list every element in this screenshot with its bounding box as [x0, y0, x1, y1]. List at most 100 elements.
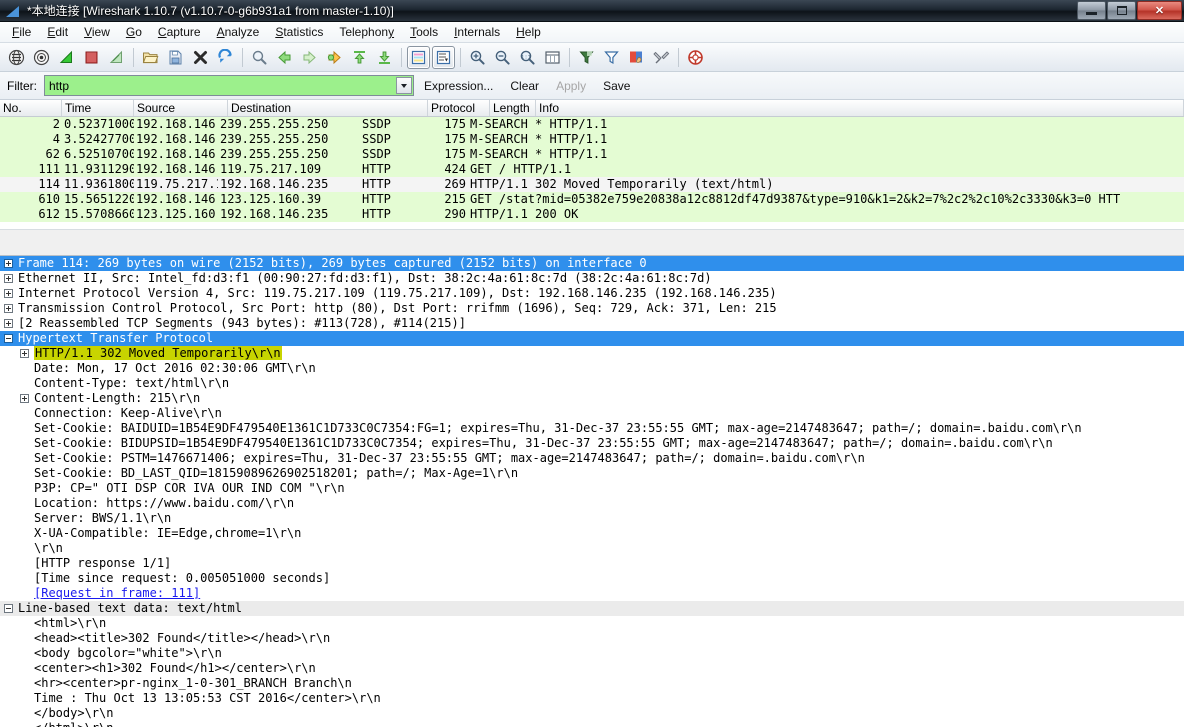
menu-capture[interactable]: Capture: [150, 23, 209, 41]
filter-apply-button[interactable]: Apply: [549, 77, 593, 95]
detail-tree-row[interactable]: Time : Thu Oct 13 13:05:53 CST 2016</cen…: [0, 691, 1184, 706]
pane-divider[interactable]: [0, 230, 1184, 255]
autoscroll-icon[interactable]: [432, 45, 455, 69]
detail-tree-row[interactable]: Content-Length: 215\r\n: [0, 391, 1184, 406]
packet-row[interactable]: 111 11.9311290192.168.146.235119.75.217.1…: [0, 162, 1184, 177]
resize-columns-icon[interactable]: [541, 46, 564, 69]
column-header-source[interactable]: Source: [134, 100, 228, 116]
column-header-protocol[interactable]: Protocol: [428, 100, 490, 116]
detail-tree-row[interactable]: Set-Cookie: BD_LAST_QID=1815908962690251…: [0, 466, 1184, 481]
save-file-icon[interactable]: [164, 46, 187, 69]
column-header-time[interactable]: Time: [62, 100, 134, 116]
detail-tree-row[interactable]: Frame 114: 269 bytes on wire (2152 bits)…: [0, 256, 1184, 271]
detail-tree-row[interactable]: Location: https://www.baidu.com/\r\n: [0, 496, 1184, 511]
packet-list-rows[interactable]: 20.52371000192.168.146.235239.255.255.25…: [0, 117, 1184, 222]
packet-list-pane[interactable]: No. Time Source Destination Protocol Length In…: [0, 100, 1184, 230]
capture-filters-icon[interactable]: [575, 46, 598, 69]
detail-tree-row[interactable]: Internet Protocol Version 4, Src: 119.75…: [0, 286, 1184, 301]
detail-tree-row[interactable]: Ethernet II, Src: Intel_fd:d3:f1 (00:90:…: [0, 271, 1184, 286]
detail-tree-row[interactable]: Set-Cookie: BAIDUID=1B54E9DF479540E1361C…: [0, 421, 1184, 436]
detail-tree-row[interactable]: Transmission Control Protocol, Src Port:…: [0, 301, 1184, 316]
detail-tree-row[interactable]: [2 Reassembled TCP Segments (943 bytes):…: [0, 316, 1184, 331]
filter-clear-button[interactable]: Clear: [503, 77, 546, 95]
go-forward-icon[interactable]: [298, 46, 321, 69]
detail-tree-row[interactable]: Set-Cookie: PSTM=1476671406; expires=Thu…: [0, 451, 1184, 466]
go-back-icon[interactable]: [273, 46, 296, 69]
detail-tree-row[interactable]: <html>\r\n: [0, 616, 1184, 631]
filter-input[interactable]: [45, 76, 413, 95]
expand-icon[interactable]: [4, 259, 13, 268]
detail-tree-row[interactable]: Hypertext Transfer Protocol: [0, 331, 1184, 346]
detail-tree-row[interactable]: <head><title>302 Found</title></head>\r\…: [0, 631, 1184, 646]
filter-save-button[interactable]: Save: [596, 77, 637, 95]
zoom-reset-icon[interactable]: 1:1: [516, 46, 539, 69]
stop-capture-icon[interactable]: [80, 46, 103, 69]
zoom-out-icon[interactable]: [491, 46, 514, 69]
packet-details-pane[interactable]: Frame 114: 269 bytes on wire (2152 bits)…: [0, 255, 1184, 727]
menu-internals[interactable]: Internals: [446, 23, 508, 41]
preferences-icon[interactable]: [650, 46, 673, 69]
detail-tree-row[interactable]: </html>\r\n: [0, 721, 1184, 727]
collapse-icon[interactable]: [4, 604, 13, 613]
detail-tree-row[interactable]: <body bgcolor="white">\r\n: [0, 646, 1184, 661]
packet-row[interactable]: 62 6.52510700192.168.146.235239.255.255.2…: [0, 147, 1184, 162]
detail-tree-row[interactable]: <center><h1>302 Found</h1></center>\r\n: [0, 661, 1184, 676]
go-to-packet-icon[interactable]: [323, 46, 346, 69]
packet-row[interactable]: 2 0.52371000192.168.146.235239.255.255.25…: [0, 117, 1184, 132]
display-filters-icon[interactable]: [600, 46, 623, 69]
detail-tree-row[interactable]: [HTTP response 1/1]: [0, 556, 1184, 571]
colorize-icon[interactable]: [407, 45, 430, 69]
menu-analyze[interactable]: Analyze: [209, 23, 268, 41]
detail-tree-row[interactable]: Set-Cookie: BIDUPSID=1B54E9DF479540E1361…: [0, 436, 1184, 451]
interfaces-icon[interactable]: [5, 46, 28, 69]
menu-file[interactable]: File: [4, 23, 39, 41]
capture-options-icon[interactable]: [30, 46, 53, 69]
minimize-button[interactable]: [1077, 1, 1106, 20]
detail-tree-row[interactable]: [Time since request: 0.005051000 seconds…: [0, 571, 1184, 586]
menu-telephony[interactable]: Telephony: [331, 23, 402, 41]
detail-tree-row[interactable]: Connection: Keep-Alive\r\n: [0, 406, 1184, 421]
detail-tree-row[interactable]: X-UA-Compatible: IE=Edge,chrome=1\r\n: [0, 526, 1184, 541]
detail-tree-row[interactable]: Date: Mon, 17 Oct 2016 02:30:06 GMT\r\n: [0, 361, 1184, 376]
column-header-info[interactable]: Info: [536, 100, 1184, 116]
go-last-packet-icon[interactable]: [373, 46, 396, 69]
expand-icon[interactable]: [4, 289, 13, 298]
detail-tree-row[interactable]: P3P: CP=" OTI DSP COR IVA OUR IND COM "\…: [0, 481, 1184, 496]
detail-tree-row[interactable]: [Request in frame: 111]: [0, 586, 1184, 601]
close-file-icon[interactable]: [189, 46, 212, 69]
expand-icon[interactable]: [4, 274, 13, 283]
detail-tree-row[interactable]: <hr><center>pr-nginx_1-0-301_BRANCH Bran…: [0, 676, 1184, 691]
detail-tree-row[interactable]: </body>\r\n: [0, 706, 1184, 721]
expand-icon[interactable]: [4, 319, 13, 328]
packet-row[interactable]: 612 15.5708660123.125.160.39192.168.146.2…: [0, 207, 1184, 222]
start-capture-icon[interactable]: [55, 46, 78, 69]
reload-icon[interactable]: [214, 46, 237, 69]
packet-row[interactable]: 4 3.52427700192.168.146.235239.255.255.25…: [0, 132, 1184, 147]
expand-icon[interactable]: [4, 304, 13, 313]
collapse-icon[interactable]: [4, 334, 13, 343]
find-packet-icon[interactable]: [248, 46, 271, 69]
filter-input-container[interactable]: [44, 75, 414, 96]
coloring-rules-icon[interactable]: [625, 46, 648, 69]
maximize-button[interactable]: [1107, 1, 1136, 20]
column-header-no[interactable]: No.: [0, 100, 62, 116]
expand-icon[interactable]: [20, 349, 29, 358]
close-button[interactable]: ✕: [1137, 1, 1182, 20]
detail-tree-row[interactable]: Content-Type: text/html\r\n: [0, 376, 1184, 391]
column-header-length[interactable]: Length: [490, 100, 536, 116]
column-header-destination[interactable]: Destination: [228, 100, 428, 116]
filter-history-dropdown-button[interactable]: [396, 77, 412, 94]
zoom-in-icon[interactable]: [466, 46, 489, 69]
detail-tree-row[interactable]: Server: BWS/1.1\r\n: [0, 511, 1184, 526]
detail-tree-row[interactable]: Line-based text data: text/html: [0, 601, 1184, 616]
detail-tree-row[interactable]: HTTP/1.1 302 Moved Temporarily\r\n: [0, 346, 1184, 361]
detail-tree-row[interactable]: \r\n: [0, 541, 1184, 556]
open-file-icon[interactable]: [139, 46, 162, 69]
menu-statistics[interactable]: Statistics: [267, 23, 331, 41]
menu-edit[interactable]: Edit: [39, 23, 76, 41]
expand-icon[interactable]: [20, 394, 29, 403]
menu-go[interactable]: Go: [118, 23, 150, 41]
filter-expression-button[interactable]: Expression...: [417, 77, 500, 95]
menu-help[interactable]: Help: [508, 23, 549, 41]
menu-tools[interactable]: Tools: [402, 23, 446, 41]
